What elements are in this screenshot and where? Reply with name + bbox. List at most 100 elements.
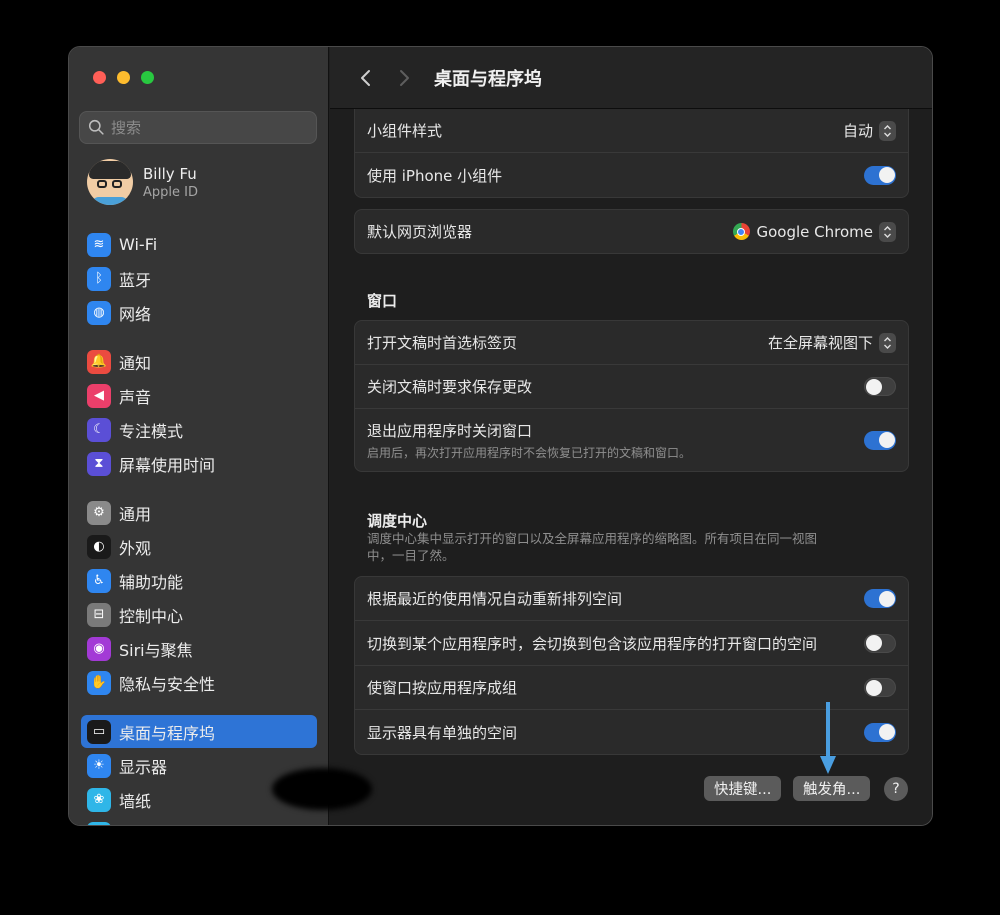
sidebar-item-screensaver[interactable]: ▢ 屏幕保护程序 [81, 817, 317, 825]
sidebar-item-label: 外观 [119, 538, 152, 558]
hourglass-icon: ⧗ [87, 451, 111, 476]
accessibility-icon: ♿ [87, 568, 111, 593]
settings-window: Billy Fu Apple ID ≋ Wi-Fi ᛒ 蓝牙 ◍ 网络 🔔 通知 ◀ 声音 ☾ 专注模… [68, 46, 933, 826]
auto-rearrange-toggle[interactable] [864, 589, 896, 608]
sidebar-item-label: 屏幕使用时间 [119, 455, 216, 475]
redaction-blob [272, 768, 372, 810]
dock-icon: ▭ [87, 719, 111, 744]
separate-spaces-toggle[interactable] [864, 722, 896, 742]
widget-style-row: 小组件样式 自动 [355, 109, 908, 153]
widget-style-label: 小组件样式 [367, 122, 443, 140]
globe-icon: ◍ [87, 300, 111, 325]
sidebar-item-label: 通知 [119, 353, 152, 373]
updown-chevron-icon [879, 332, 896, 353]
forward-chevron-icon[interactable] [394, 68, 414, 88]
sidebar-item-label: 控制中心 [119, 606, 184, 626]
default-browser-popup[interactable]: Google Chrome [732, 221, 896, 242]
sidebar-item-label: Siri与聚焦 [119, 640, 193, 660]
sidebar-item-dock[interactable]: ▭ 桌面与程序坞 [81, 715, 317, 748]
ask-keep-changes-row: 关闭文稿时要求保存更改 [355, 365, 908, 409]
sidebar-item-gear[interactable]: ⚙ 通用 [81, 496, 317, 529]
sidebar-item-label: 隐私与安全性 [119, 674, 216, 694]
sidebar-item-label: Wi-Fi [119, 235, 158, 254]
moon-icon: ☾ [87, 417, 111, 442]
sidebar-item-label: 通用 [119, 504, 152, 524]
close-windows-description: 启用后，再次打开应用程序时不会恢复已打开的文稿和窗口。 [367, 445, 692, 460]
prefer-tabs-value: 在全屏幕视图下 [767, 334, 873, 352]
windows-section-title: 窗口 [367, 292, 398, 310]
prefer-tabs-row: 打开文稿时首选标签页 在全屏幕视图下 [355, 321, 908, 365]
prefer-tabs-popup[interactable]: 在全屏幕视图下 [768, 332, 896, 353]
toolbar: 桌面与程序坞 [330, 47, 932, 109]
sidebar-item-label: 蓝牙 [119, 270, 152, 290]
widget-style-popup[interactable]: 自动 [843, 120, 896, 141]
content-pane: 桌面与程序坞 小组件样式 自动 使用 iPhone 小组件 默认网页浏览器 Go… [330, 47, 932, 825]
mc-row-auto-rearrange: 根据最近的使用情况自动重新排列空间 [355, 577, 908, 621]
sidebar-item-hand[interactable]: ✋ 隐私与安全性 [81, 666, 317, 699]
sidebar-item-bluetooth[interactable]: ᛒ 蓝牙 [81, 262, 317, 295]
speaker-icon: ◀ [87, 383, 111, 408]
sidebar-item-hourglass[interactable]: ⧗ 屏幕使用时间 [81, 447, 317, 480]
sidebar-item-globe[interactable]: ◍ 网络 [81, 296, 317, 329]
sidebar-item-siri[interactable]: ◉ Siri与聚焦 [81, 632, 317, 665]
bluetooth-icon: ᛒ [87, 266, 111, 291]
iphone-widgets-label: 使用 iPhone 小组件 [367, 166, 503, 185]
mc-row-switch-space: 切换到某个应用程序时，会切换到包含该应用程序的打开窗口的空间 [355, 621, 908, 666]
minimize-window-button[interactable] [117, 71, 130, 84]
help-button[interactable]: ? [884, 777, 908, 801]
sidebar-item-control-center[interactable]: ⊟ 控制中心 [81, 598, 317, 631]
sidebar-item-appearance[interactable]: ◐ 外观 [81, 530, 317, 563]
control-center-icon: ⊟ [87, 602, 111, 627]
mc-row-label: 使窗口按应用程序成组 [367, 679, 518, 697]
gear-icon: ⚙ [87, 500, 111, 525]
close-windows-toggle[interactable] [864, 430, 896, 450]
sidebar-item-wifi[interactable]: ≋ Wi-Fi [81, 228, 317, 261]
mission-control-description: 调度中心集中显示打开的窗口以及全屏幕应用程序的缩略图。所有项目在同一视图中，一目… [367, 531, 818, 563]
close-window-button[interactable] [93, 71, 106, 84]
annotation-arrow-icon [820, 702, 836, 774]
wallpaper-icon: ❀ [87, 787, 111, 812]
profile-subtitle: Apple ID [143, 184, 198, 200]
browser-group: 默认网页浏览器 Google Chrome [354, 209, 909, 254]
close-windows-row: 退出应用程序时关闭窗口 启用后，再次打开应用程序时不会恢复已打开的文稿和窗口。 [355, 409, 908, 471]
widget-style-value: 自动 [842, 122, 873, 140]
back-chevron-icon[interactable] [356, 68, 376, 88]
ask-keep-changes-toggle[interactable] [864, 377, 896, 396]
mc-row-label: 切换到某个应用程序时，会切换到包含该应用程序的打开窗口的空间 [367, 634, 818, 653]
mc-row-label: 根据最近的使用情况自动重新排列空间 [367, 590, 623, 608]
bell-icon: 🔔 [87, 349, 111, 374]
shortcuts-button[interactable]: 快捷键... [704, 776, 782, 801]
group-windows-toggle[interactable] [864, 678, 896, 697]
search-input[interactable] [111, 118, 301, 137]
close-windows-label: 退出应用程序时关闭窗口 [367, 421, 533, 440]
display-icon: ☀ [87, 753, 111, 778]
hot-corners-button[interactable]: 触发角... [793, 776, 871, 801]
default-browser-value: Google Chrome [756, 222, 874, 241]
siri-icon: ◉ [87, 636, 111, 661]
apple-id-profile[interactable]: Billy Fu Apple ID [87, 159, 198, 205]
sidebar-item-label: 显示器 [119, 757, 168, 777]
zoom-window-button[interactable] [141, 71, 154, 84]
sidebar-item-speaker[interactable]: ◀ 声音 [81, 379, 317, 412]
hand-icon: ✋ [87, 670, 111, 695]
prefer-tabs-label: 打开文稿时首选标签页 [367, 334, 518, 352]
sidebar-item-label: 墙纸 [119, 791, 152, 811]
iphone-widgets-toggle[interactable] [864, 165, 896, 185]
mc-row-label: 显示器具有单独的空间 [367, 723, 518, 742]
sidebar-item-moon[interactable]: ☾ 专注模式 [81, 413, 317, 446]
updown-chevron-icon [879, 221, 896, 242]
widgets-group: 小组件样式 自动 使用 iPhone 小组件 [354, 109, 909, 198]
page-title: 桌面与程序坞 [434, 68, 542, 90]
chrome-icon [732, 223, 750, 240]
sidebar-item-label: 专注模式 [119, 421, 184, 441]
default-browser-label: 默认网页浏览器 [367, 223, 473, 241]
wifi-icon: ≋ [87, 232, 111, 257]
search-field[interactable] [79, 111, 317, 144]
ask-keep-changes-label: 关闭文稿时要求保存更改 [367, 378, 533, 396]
sidebar-item-bell[interactable]: 🔔 通知 [81, 345, 317, 378]
default-browser-row: 默认网页浏览器 Google Chrome [355, 210, 908, 253]
switch-space-toggle[interactable] [864, 633, 896, 653]
iphone-widgets-row: 使用 iPhone 小组件 [355, 153, 908, 197]
sidebar-item-accessibility[interactable]: ♿ 辅助功能 [81, 564, 317, 597]
updown-chevron-icon [879, 120, 896, 141]
